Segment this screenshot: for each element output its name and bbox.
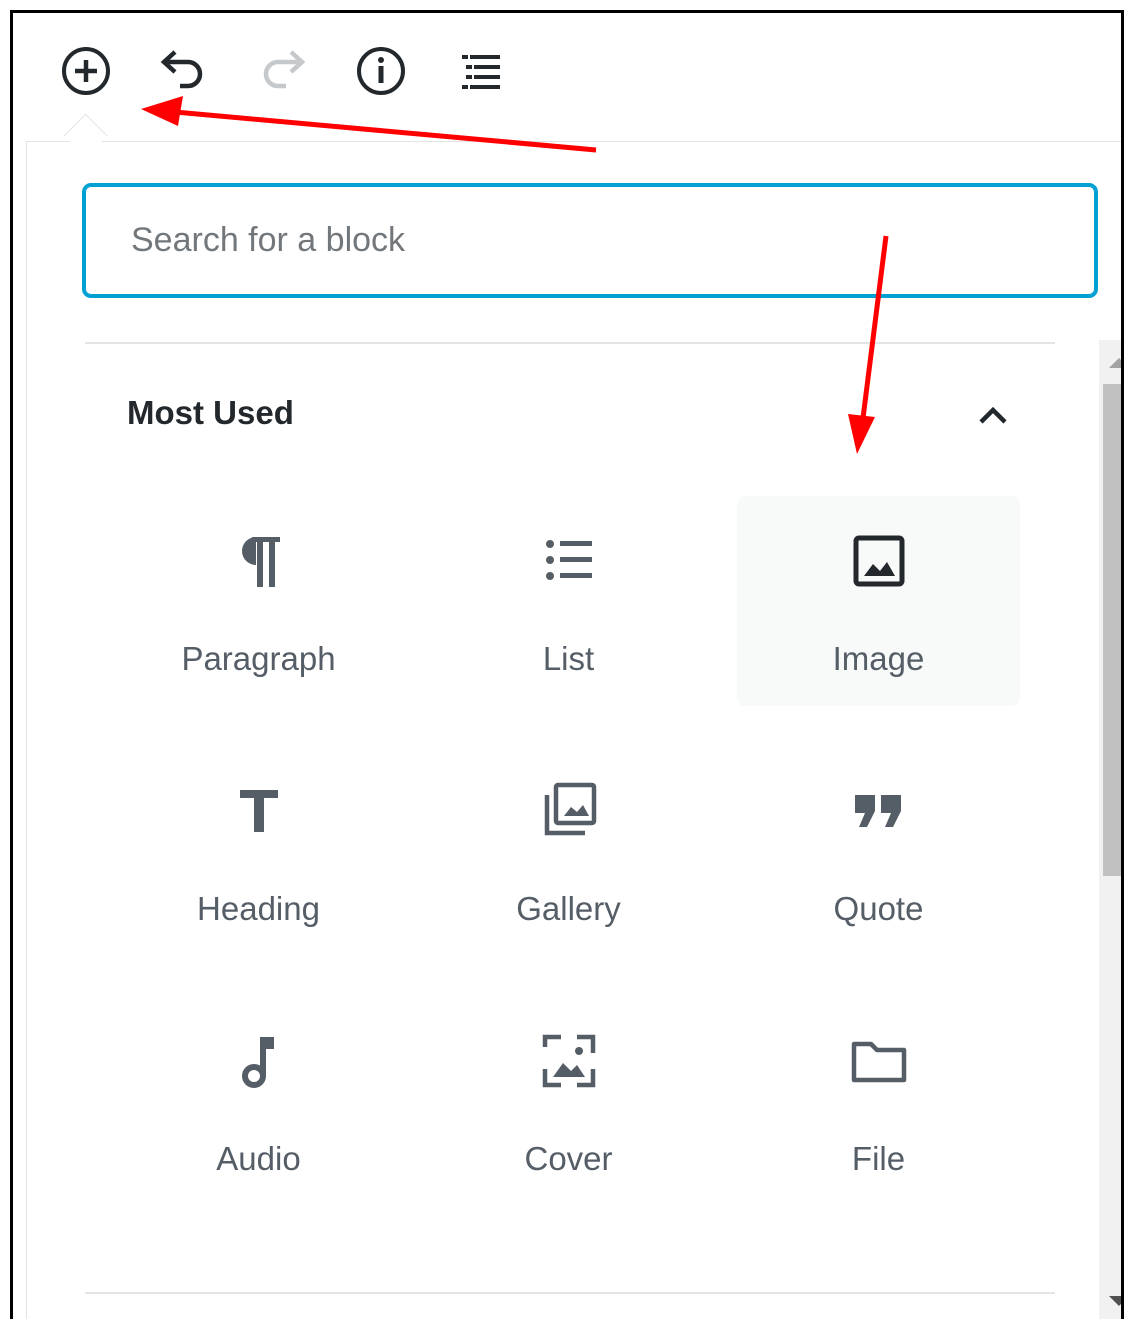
quote-icon bbox=[854, 795, 901, 827]
scroll-up-arrow-icon[interactable] bbox=[1109, 358, 1121, 368]
block-search-input[interactable] bbox=[82, 183, 1098, 298]
block-label: Image bbox=[832, 640, 925, 677]
block-paragraph[interactable]: Paragraph bbox=[117, 496, 400, 706]
block-label: Quote bbox=[833, 890, 924, 927]
block-image[interactable]: Image bbox=[737, 496, 1020, 706]
block-label: Cover bbox=[524, 1140, 613, 1177]
scrollbar-thumb[interactable] bbox=[1103, 384, 1121, 876]
gallery-icon bbox=[544, 782, 596, 836]
audio-icon bbox=[241, 1037, 274, 1088]
redo-button[interactable] bbox=[255, 43, 311, 99]
block-list[interactable]: List bbox=[427, 496, 710, 706]
section-title: Most Used bbox=[127, 394, 294, 431]
block-heading[interactable]: Heading bbox=[117, 746, 400, 956]
chevron-up-icon bbox=[979, 406, 1007, 424]
undo-button[interactable] bbox=[155, 43, 211, 99]
folder-icon bbox=[851, 1041, 906, 1083]
block-label: Heading bbox=[197, 890, 320, 927]
block-label: Gallery bbox=[516, 890, 621, 927]
block-label: List bbox=[542, 640, 595, 677]
list-outline-icon bbox=[462, 55, 500, 89]
info-button[interactable] bbox=[353, 43, 409, 99]
block-label: Paragraph bbox=[181, 640, 336, 677]
block-label: File bbox=[851, 1140, 906, 1177]
block-inserter-popover: Most Used Paragraph bbox=[26, 141, 1121, 1319]
editor-toolbar bbox=[13, 13, 1121, 133]
divider bbox=[85, 342, 1055, 344]
heading-icon bbox=[239, 790, 278, 832]
block-quote[interactable]: Quote bbox=[737, 746, 1020, 956]
block-cover[interactable]: Cover bbox=[427, 996, 710, 1206]
plus-circle-icon bbox=[62, 47, 110, 95]
block-audio[interactable]: Audio bbox=[117, 996, 400, 1206]
scroll-down-arrow-icon[interactable] bbox=[1109, 1296, 1121, 1306]
block-file[interactable]: File bbox=[737, 996, 1020, 1206]
outline-button[interactable] bbox=[453, 43, 509, 99]
undo-icon bbox=[160, 50, 203, 89]
paragraph-icon bbox=[241, 537, 280, 587]
collapse-section-button[interactable] bbox=[967, 390, 1019, 442]
info-icon bbox=[357, 47, 405, 95]
block-gallery[interactable]: Gallery bbox=[427, 746, 710, 956]
list-icon bbox=[545, 540, 592, 580]
divider bbox=[85, 1292, 1055, 1294]
block-label: Audio bbox=[216, 1140, 301, 1177]
redo-icon bbox=[263, 50, 306, 89]
image-icon bbox=[853, 535, 904, 587]
editor-frame: Most Used Paragraph bbox=[10, 10, 1124, 1319]
cover-icon bbox=[542, 1034, 595, 1088]
add-block-button[interactable] bbox=[58, 43, 114, 99]
scrollbar[interactable] bbox=[1099, 340, 1121, 1319]
